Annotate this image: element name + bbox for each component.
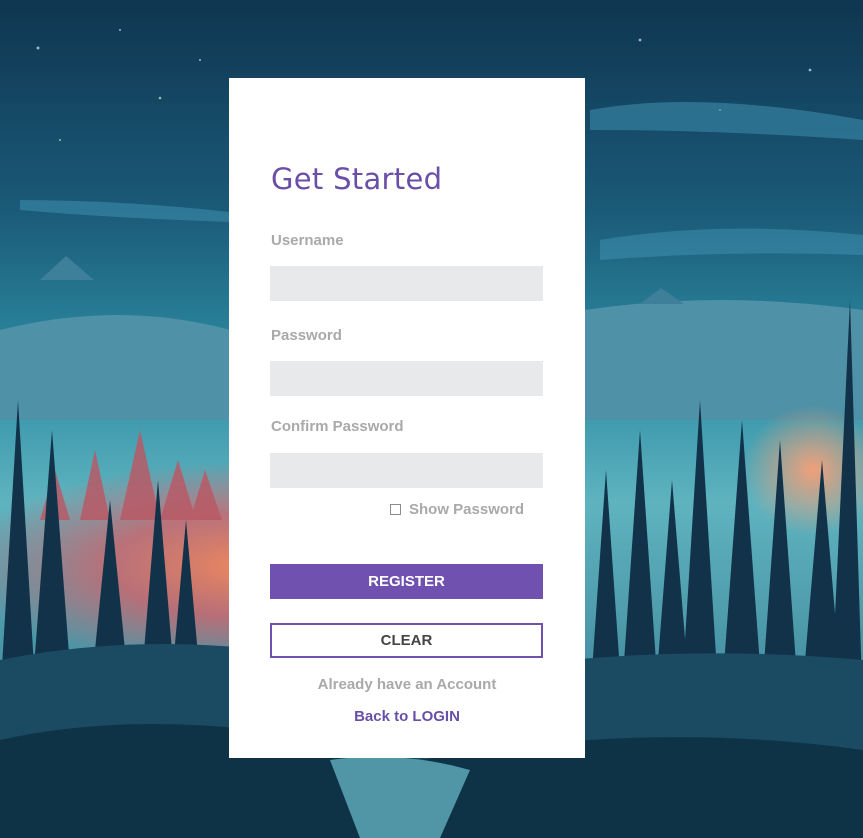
register-button[interactable]: REGISTER (270, 564, 543, 599)
show-password-checkbox[interactable] (390, 504, 401, 515)
show-password-toggle[interactable]: Show Password (390, 501, 524, 518)
password-label: Password (271, 327, 342, 344)
confirm-password-input[interactable] (270, 453, 543, 488)
confirm-password-label: Confirm Password (271, 418, 404, 435)
username-input[interactable] (270, 266, 543, 301)
show-password-label: Show Password (409, 501, 525, 518)
already-account-text: Already have an Account (317, 676, 497, 693)
clear-button[interactable]: CLEAR (270, 623, 543, 658)
register-card: Get Started Username Password Confirm Pa… (229, 78, 585, 758)
username-label: Username (271, 232, 344, 249)
password-input[interactable] (270, 361, 543, 396)
back-to-login-link[interactable]: Back to LOGIN (354, 708, 460, 725)
page-title: Get Started (271, 162, 443, 196)
